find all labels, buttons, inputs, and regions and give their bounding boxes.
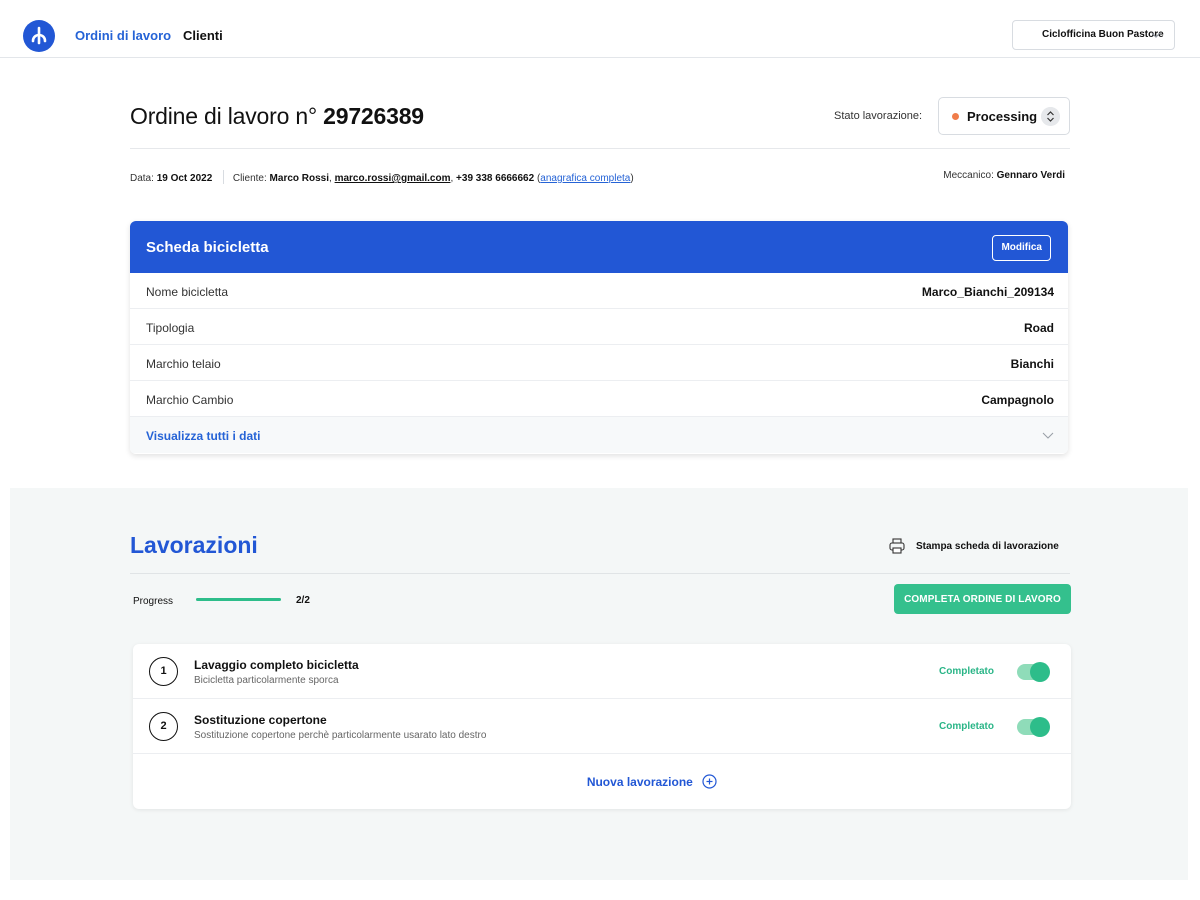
bike-row-name: Nome bicicletta Marco_Bianchi_209134 [130,273,1068,309]
mechanic-info: Meccanico: Gennaro Verdi [943,170,1065,181]
chevron-down-icon [1151,32,1161,38]
complete-order-button[interactable]: COMPLETA ORDINE DI LAVORO [894,584,1071,614]
task-complete-toggle[interactable] [1017,662,1050,682]
progress-bar [196,598,281,601]
bike-row-value: Bianchi [1010,357,1054,371]
order-meta: Data: 19 Oct 2022 Cliente: Marco Rossi, … [130,170,634,184]
client-profile-link[interactable]: anagrafica completa [540,173,630,184]
top-navbar: Ordini di lavoro Clienti Ciclofficina Bu… [0,0,1200,58]
new-task-label: Nuova lavorazione [586,775,693,789]
bike-card-header: Scheda bicicletta Modifica [130,221,1068,273]
progress-count: 2/2 [296,595,310,606]
state-label: Stato lavorazione: [834,110,923,122]
meta-separator [223,170,225,184]
bike-card-title: Scheda bicicletta [146,239,269,256]
mechanic-name: Gennaro Verdi [996,170,1065,181]
work-section-title: Lavorazioni [130,532,258,558]
chevron-down-icon [1042,432,1054,439]
task-status: Completato [939,666,994,677]
print-label: Stampa scheda di lavorazione [916,541,1059,552]
shop-selector[interactable]: Ciclofficina Buon Pastore [1012,20,1175,50]
show-all-data-label: Visualizza tutti i dati [146,429,261,443]
bike-row-label: Marchio telaio [146,357,221,371]
order-date: 19 Oct 2022 [156,173,213,184]
state-select[interactable]: Processing [938,97,1070,135]
order-title-prefix: Ordine di lavoro n° [130,103,317,129]
client-phone: +39 338 6666662 [456,173,535,184]
toggle-knob [1030,717,1050,737]
nav-ordini-di-lavoro[interactable]: Ordini di lavoro [75,28,171,43]
task-complete-toggle[interactable] [1017,717,1050,737]
bike-row-gear-brand: Marchio Cambio Campagnolo [130,381,1068,417]
bike-row-label: Marchio Cambio [146,393,234,407]
state-dot-icon [952,113,959,120]
task-number: 2 [149,712,178,741]
show-all-data-toggle[interactable]: Visualizza tutti i dati [130,417,1068,453]
task-title: Lavaggio completo bicicletta [194,658,359,672]
new-task-button[interactable]: Nuova lavorazione [587,774,717,789]
task-number: 1 [149,657,178,686]
client-label: Cliente: [232,173,267,184]
printer-icon [889,538,905,554]
shop-selector-value: Ciclofficina Buon Pastore [1042,29,1164,40]
bike-row-value: Road [1024,321,1054,335]
toggle-knob [1030,662,1050,682]
work-divider [130,573,1070,574]
order-number: 29726389 [323,103,424,129]
state-value: Processing [967,109,1038,124]
task-row: 1 Lavaggio completo bicicletta Biciclett… [133,644,1071,699]
bike-row-label: Nome bicicletta [146,285,229,299]
mechanic-label: Meccanico: [943,170,994,181]
new-task-row: Nuova lavorazione [133,754,1071,809]
plus-circle-icon [702,774,717,789]
task-list: 1 Lavaggio completo bicicletta Biciclett… [133,644,1071,809]
app-logo-icon[interactable] [22,19,56,53]
progress-bar-fill [196,598,281,601]
task-title: Sostituzione copertone [194,713,327,727]
bike-row-frame-brand: Marchio telaio Bianchi [130,345,1068,381]
order-title: Ordine di lavoro n° 29726389 [130,103,424,130]
task-row: 2 Sostituzione copertone Sostituzione co… [133,699,1071,754]
edit-bike-button[interactable]: Modifica [992,235,1051,261]
bike-row-label: Tipologia [146,321,195,335]
task-status: Completato [939,721,994,732]
up-down-stepper-icon [1041,107,1060,126]
client-email-link[interactable]: marco.rossi@gmail.com [335,173,451,184]
bike-row-type: Tipologia Road [130,309,1068,345]
client-name: Marco Rossi [269,173,330,184]
bike-row-value: Campagnolo [981,393,1054,407]
header-divider [130,148,1070,149]
progress-label: Progress [133,596,174,607]
task-description: Bicicletta particolarmente sporca [194,675,339,686]
nav-clienti[interactable]: Clienti [183,28,223,43]
bike-row-value: Marco_Bianchi_209134 [921,285,1054,299]
task-description: Sostituzione copertone perchè particolar… [194,730,487,741]
date-label: Data: [130,173,154,184]
bike-card: Scheda bicicletta Modifica Nome biciclet… [130,221,1068,454]
